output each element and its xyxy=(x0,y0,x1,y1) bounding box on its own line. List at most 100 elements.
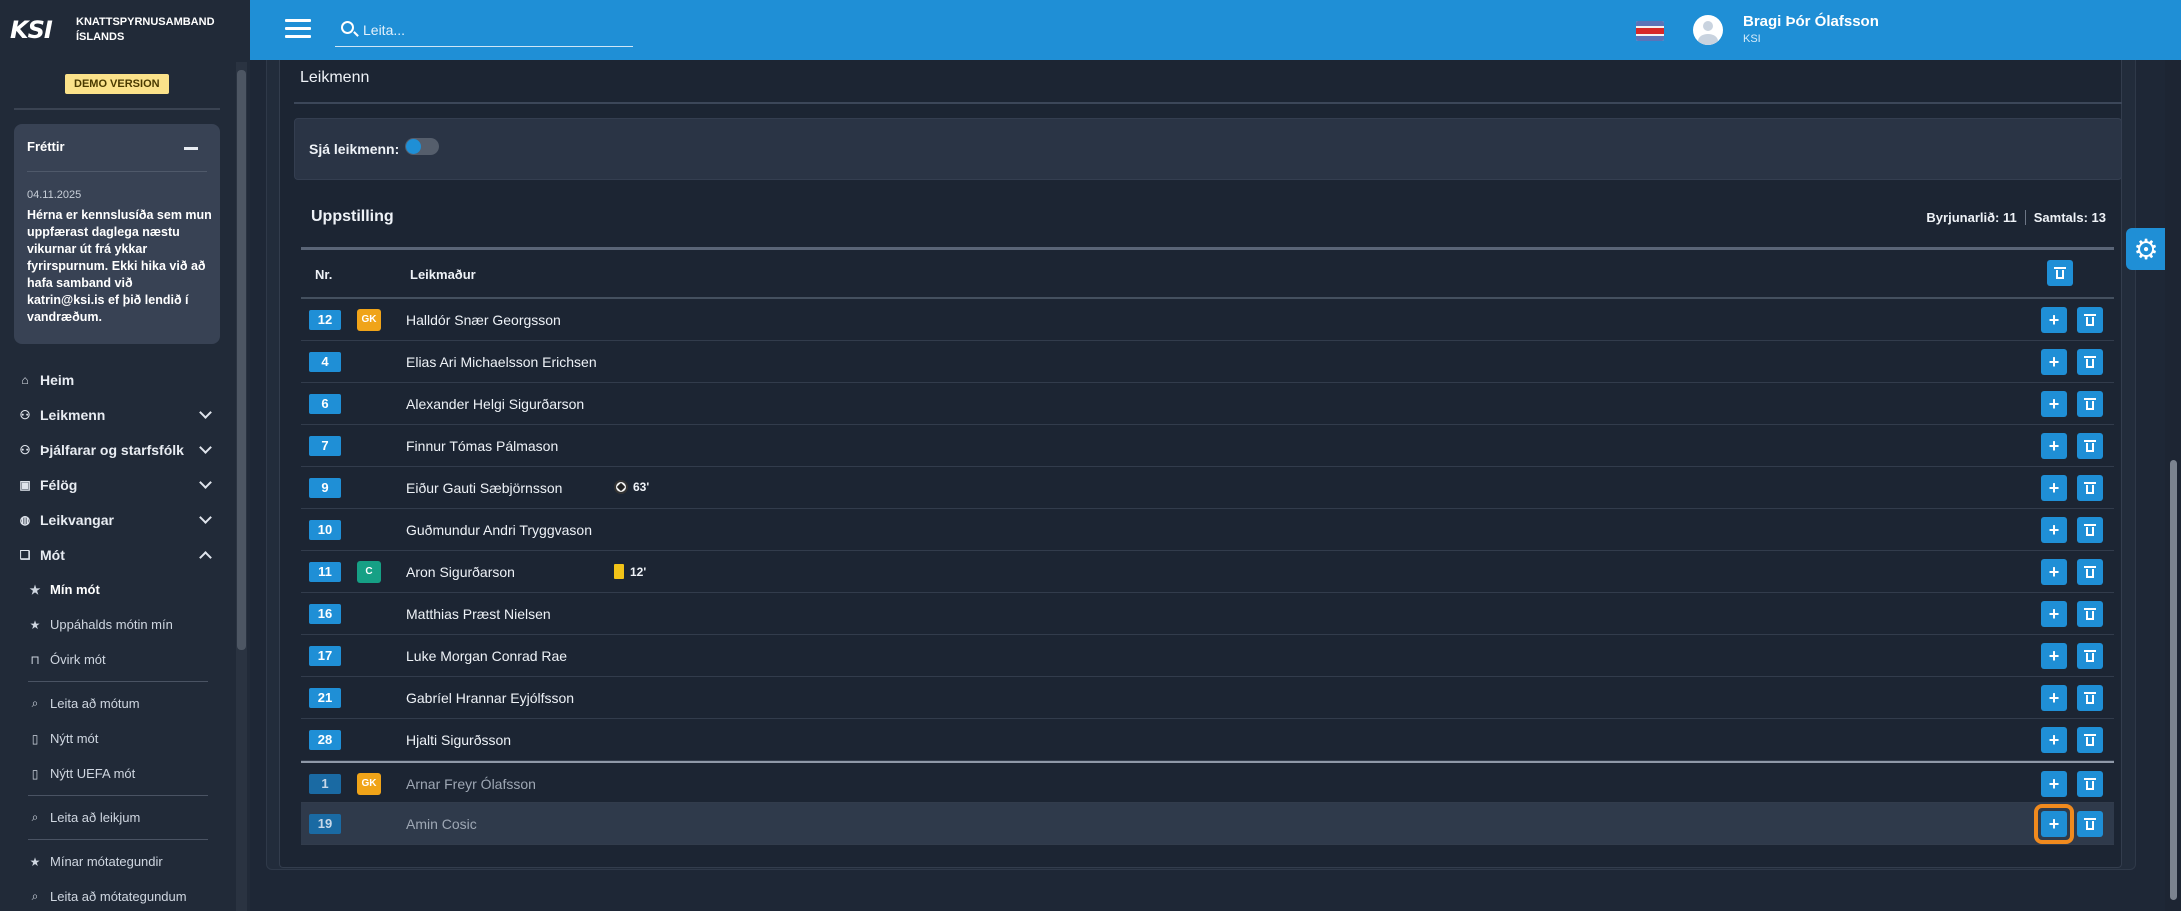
divider xyxy=(294,102,2122,104)
sidebar-subitem-search-tournaments[interactable]: ⌕ Leita að mótum xyxy=(0,686,236,721)
player-number: 19 xyxy=(309,814,341,834)
column-header-player: Leikmaður xyxy=(410,267,476,282)
divider xyxy=(28,839,208,840)
sidebar-item-label: Óvirk mót xyxy=(50,652,106,667)
add-event-button[interactable]: + xyxy=(2041,643,2067,669)
lock-icon: ⊓ xyxy=(30,652,40,667)
sidebar-item-home[interactable]: ⌂ Heim xyxy=(0,362,236,397)
add-event-button[interactable]: + xyxy=(2041,559,2067,585)
add-event-button[interactable]: + xyxy=(2041,771,2067,797)
table-row: 1 GK Arnar Freyr Ólafsson + xyxy=(301,761,2114,803)
divider xyxy=(28,681,208,682)
table-row: 11 C Aron Sigurðarson 12' + xyxy=(301,551,2114,593)
sidebar-subitem-search-tournament-types[interactable]: ⌕ Leita að mótategundum xyxy=(0,879,236,911)
sidebar-item-label: Leikmenn xyxy=(40,406,106,423)
sidebar-item-coaches[interactable]: ⚇ Þjálfarar og starfsfólk xyxy=(0,432,236,467)
delete-all-button[interactable] xyxy=(2047,260,2073,286)
sidebar-item-venues[interactable]: ◍ Leikvangar xyxy=(0,502,236,537)
delete-player-button[interactable] xyxy=(2077,517,2103,543)
add-event-button[interactable]: + xyxy=(2041,349,2067,375)
chevron-down-icon xyxy=(199,476,212,489)
sidebar-subitem-my-tournaments[interactable]: ★ Mín mót xyxy=(0,572,236,607)
table-row: 21 Gabríel Hrannar Eyjólfsson + xyxy=(301,677,2114,719)
sidebar-subitem-favourite-tournaments[interactable]: ★ Uppáhalds mótin mín xyxy=(0,607,236,642)
chevron-down-icon xyxy=(199,441,212,454)
trash-icon xyxy=(2054,267,2066,279)
sidebar-nav: ⌂ Heim ⚇ Leikmenn ⚇ Þjálfarar og starfsf… xyxy=(0,362,236,911)
delete-player-button[interactable] xyxy=(2077,601,2103,627)
sidebar-subitem-new-tournament[interactable]: ▯ Nýtt mót xyxy=(0,721,236,756)
player-number: 16 xyxy=(309,604,341,624)
hamburger-menu-icon[interactable] xyxy=(285,19,311,39)
add-event-button[interactable]: + xyxy=(2041,307,2067,333)
total-count: Samtals: 13 xyxy=(2033,210,2106,225)
add-event-button[interactable]: + xyxy=(2041,685,2067,711)
table-row: 19 Amin Cosic + xyxy=(301,803,2114,845)
globe-icon: ◍ xyxy=(19,512,31,527)
main-scrollbar-thumb[interactable] xyxy=(2170,460,2177,900)
delete-player-button[interactable] xyxy=(2077,811,2103,837)
trash-icon xyxy=(2084,608,2096,620)
sidebar-item-label: Nýtt UEFA mót xyxy=(50,766,136,781)
user-name[interactable]: Bragi Þór Ólafsson xyxy=(1743,13,1879,30)
delete-player-button[interactable] xyxy=(2077,643,2103,669)
iceland-flag-icon[interactable] xyxy=(1636,21,1664,41)
player-number: 10 xyxy=(309,520,341,540)
sidebar-item-label: Heim xyxy=(40,371,75,388)
delete-player-button[interactable] xyxy=(2077,433,2103,459)
delete-player-button[interactable] xyxy=(2077,349,2103,375)
collapse-icon[interactable] xyxy=(184,147,198,150)
add-event-button[interactable]: + xyxy=(2034,804,2074,844)
table-row: 7 Finnur Tómas Pálmason + xyxy=(301,425,2114,467)
player-name: Gabríel Hrannar Eyjólfsson xyxy=(406,690,575,706)
table-row: 28 Hjalti Sigurðsson + xyxy=(301,719,2114,761)
add-event-button[interactable]: + xyxy=(2041,601,2067,627)
delete-player-button[interactable] xyxy=(2077,685,2103,711)
lineup-table: Nr. Leikmaður 12 GK Halldór Snær Georgsson… xyxy=(301,247,2114,845)
add-event-button[interactable]: + xyxy=(2041,517,2067,543)
search-input[interactable] xyxy=(363,19,623,41)
divider xyxy=(14,108,220,110)
chevron-up-icon xyxy=(199,551,212,564)
trash-icon xyxy=(2084,314,2096,326)
sidebar-subitem-inactive-tournaments[interactable]: ⊓ Óvirk mót xyxy=(0,642,236,677)
delete-player-button[interactable] xyxy=(2077,307,2103,333)
player-number: 6 xyxy=(309,394,341,414)
goalkeeper-badge: GK xyxy=(357,773,381,795)
delete-player-button[interactable] xyxy=(2077,771,2103,797)
add-event-button[interactable]: + xyxy=(2041,727,2067,753)
player-name: Eiður Gauti Sæbjörnsson xyxy=(406,480,563,496)
sidebar-subitem-search-matches[interactable]: ⌕ Leita að leikjum xyxy=(0,800,236,835)
match-event: 12' xyxy=(614,564,646,579)
delete-player-button[interactable] xyxy=(2077,475,2103,501)
section-title: Leikmenn xyxy=(300,69,370,86)
brand[interactable]: KSI KNATTSPYRNUSAMBAND ÍSLANDS xyxy=(0,0,250,60)
event-minute: 12' xyxy=(630,564,647,579)
sidebar-item-clubs[interactable]: ▣ Félög xyxy=(0,467,236,502)
trash-icon xyxy=(2084,566,2096,578)
coaches-icon: ⚇ xyxy=(19,442,31,457)
player-number: 9 xyxy=(309,478,341,498)
star-icon: ★ xyxy=(29,617,41,632)
player-number: 28 xyxy=(309,730,341,750)
player-name: Elias Ari Michaelsson Erichsen xyxy=(406,354,597,370)
avatar[interactable] xyxy=(1693,15,1723,45)
ksi-logo: KSI xyxy=(10,16,53,44)
gear-icon[interactable]: ⚙ xyxy=(2126,228,2166,270)
sidebar-item-tournaments[interactable]: ❏ Mót xyxy=(0,537,236,572)
delete-player-button[interactable] xyxy=(2077,391,2103,417)
sidebar-subitem-new-uefa-tournament[interactable]: ▯ Nýtt UEFA mót xyxy=(0,756,236,791)
delete-player-button[interactable] xyxy=(2077,727,2103,753)
sidebar-subitem-my-tournament-types[interactable]: ★ Mínar mótategundir xyxy=(0,844,236,879)
add-event-button[interactable]: + xyxy=(2041,475,2067,501)
captain-badge: C xyxy=(357,561,381,583)
table-body: 12 GK Halldór Snær Georgsson +4 Elias Ari Mi… xyxy=(301,299,2114,845)
delete-player-button[interactable] xyxy=(2077,559,2103,585)
show-players-toggle[interactable] xyxy=(405,138,439,155)
toggle-label: Sjá leikmenn: xyxy=(309,141,400,157)
add-event-button[interactable]: + xyxy=(2041,433,2067,459)
player-name: Arnar Freyr Ólafsson xyxy=(406,776,536,792)
add-event-button[interactable]: + xyxy=(2041,391,2067,417)
sidebar-scrollbar-thumb[interactable] xyxy=(237,70,246,650)
sidebar-item-players[interactable]: ⚇ Leikmenn xyxy=(0,397,236,432)
